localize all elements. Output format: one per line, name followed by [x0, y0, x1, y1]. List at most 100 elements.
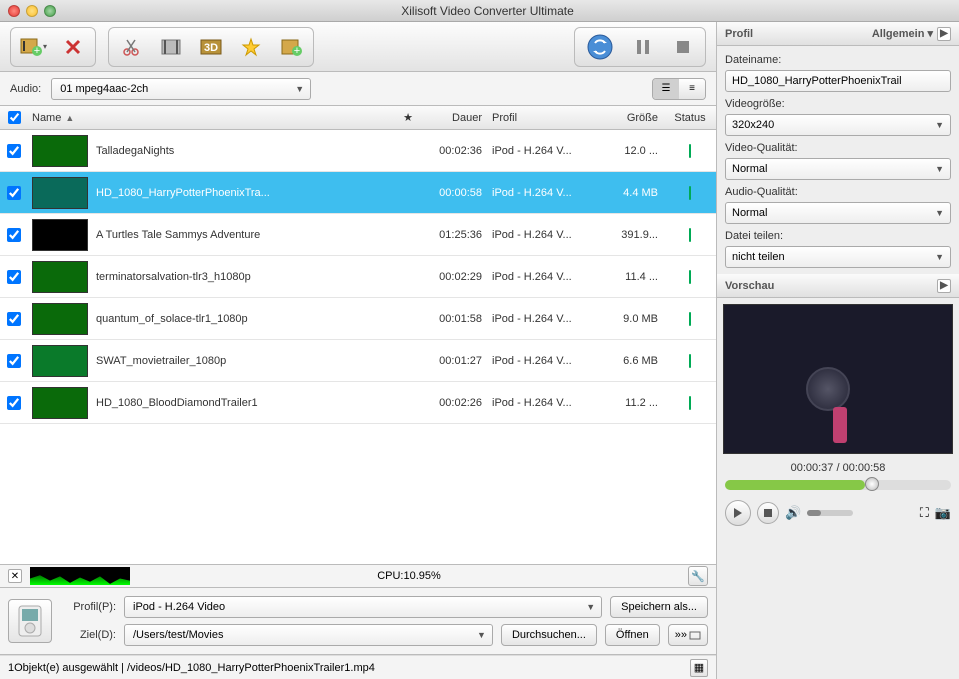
effects-button[interactable] [233, 32, 269, 62]
cpu-label: CPU:10.95% [138, 570, 680, 582]
seek-slider[interactable] [725, 480, 951, 490]
videoqual-dropdown[interactable]: Normal▼ [725, 158, 951, 180]
profil-dropdown[interactable]: iPod - H.264 Video▼ [124, 596, 602, 618]
volume-slider[interactable] [807, 510, 853, 516]
remove-file-button[interactable] [55, 32, 91, 62]
audioqual-dropdown[interactable]: Normal▼ [725, 202, 951, 224]
output-panel: Profil(P): iPod - H.264 Video▼ Speichern… [0, 588, 716, 655]
row-checkbox[interactable] [7, 396, 21, 410]
row-checkbox[interactable] [7, 270, 21, 284]
size-cell: 6.6 MB [600, 355, 664, 367]
window-minimize-button[interactable] [26, 5, 38, 17]
status-text: 1Objekt(e) ausgewählt | /videos/HD_1080_… [8, 662, 375, 674]
videoqual-label: Video-Qualität: [725, 142, 951, 154]
list-view-button[interactable]: ☰ [653, 79, 679, 99]
col-profil-header[interactable]: Profil [488, 112, 600, 124]
file-name: terminatorsalvation-tlr3_h1080p [96, 271, 251, 283]
svg-text:+: + [294, 45, 300, 57]
table-row[interactable]: HD_1080_HarryPotterPhoenixTra...00:00:58… [0, 172, 716, 214]
add-file-button[interactable]: +▾ [15, 32, 51, 62]
grid-view-button[interactable]: ≡ [679, 79, 705, 99]
audioqual-label: Audio-Qualität: [725, 186, 951, 198]
columns-icon[interactable]: ▦ [690, 659, 708, 677]
duration-cell: 00:01:58 [420, 313, 488, 325]
status-icon [689, 144, 691, 158]
fullscreen-icon[interactable]: ⛶ [920, 505, 929, 521]
view-toggle: ☰ ≡ [652, 78, 706, 100]
thumbnail [32, 303, 88, 335]
ziel-dropdown[interactable]: /Users/test/Movies▼ [124, 624, 493, 646]
add-output-button[interactable]: + [273, 32, 309, 62]
clip-button[interactable] [153, 32, 189, 62]
preview-viewport[interactable] [723, 304, 953, 454]
duration-cell: 00:02:36 [420, 145, 488, 157]
jump-button[interactable]: »» [668, 624, 708, 646]
cut-button[interactable] [113, 32, 149, 62]
pause-button[interactable] [625, 32, 661, 62]
row-checkbox[interactable] [7, 144, 21, 158]
col-status-header[interactable]: Status [664, 112, 716, 124]
expand-right-icon[interactable]: ▶ [937, 279, 951, 293]
settings-icon[interactable]: 🔧 [688, 566, 708, 586]
seek-knob[interactable] [865, 477, 879, 491]
play-button[interactable] [725, 500, 751, 526]
profil-cell: iPod - H.264 V... [488, 145, 600, 157]
profil-cell: iPod - H.264 V... [488, 229, 600, 241]
col-dauer-header[interactable]: Dauer [420, 112, 488, 124]
profil-panel-header: Profil Allgemein ▾ ▶ [717, 22, 959, 46]
cpu-close-icon[interactable]: ✕ [8, 569, 22, 583]
snapshot-icon[interactable]: 📷 [935, 505, 951, 521]
device-icon[interactable] [8, 599, 52, 643]
status-icon [689, 186, 691, 200]
table-row[interactable]: TalladegaNights00:02:36iPod - H.264 V...… [0, 130, 716, 172]
col-star-header[interactable]: ★ [396, 111, 420, 124]
col-name-header[interactable]: Name▲ [28, 112, 396, 124]
file-name: quantum_of_solace-tlr1_1080p [96, 313, 248, 325]
col-groesse-header[interactable]: Größe [600, 112, 664, 124]
chevron-down-icon: ▼ [935, 120, 944, 130]
row-checkbox[interactable] [7, 186, 21, 200]
table-row[interactable]: quantum_of_solace-tlr1_1080p00:01:58iPod… [0, 298, 716, 340]
window-maximize-button[interactable] [44, 5, 56, 17]
table-row[interactable]: HD_1080_BloodDiamondTrailer100:02:26iPod… [0, 382, 716, 424]
dateiname-field[interactable]: HD_1080_HarryPotterPhoenixTrail [725, 70, 951, 92]
status-icon [689, 270, 691, 284]
open-button[interactable]: Öffnen [605, 624, 660, 646]
row-checkbox[interactable] [7, 354, 21, 368]
save-as-button[interactable]: Speichern als... [610, 596, 708, 618]
expand-right-icon[interactable]: ▶ [937, 27, 951, 41]
file-name: SWAT_movietrailer_1080p [96, 355, 226, 367]
duration-cell: 00:02:29 [420, 271, 488, 283]
ziel-label: Ziel(D): [62, 629, 116, 641]
row-checkbox[interactable] [7, 228, 21, 242]
stop-preview-button[interactable] [757, 502, 779, 524]
size-cell: 11.2 ... [600, 397, 664, 409]
cpu-graph [30, 567, 130, 585]
thumbnail [32, 135, 88, 167]
thumbnail [32, 261, 88, 293]
profil-cell: iPod - H.264 V... [488, 187, 600, 199]
browse-button[interactable]: Durchsuchen... [501, 624, 597, 646]
select-all-checkbox[interactable] [8, 111, 21, 124]
table-row[interactable]: SWAT_movietrailer_1080p00:01:27iPod - H.… [0, 340, 716, 382]
row-checkbox[interactable] [7, 312, 21, 326]
allgemein-dropdown[interactable]: Allgemein ▾ [872, 27, 933, 40]
status-icon [689, 354, 691, 368]
profil-label: Profil(P): [62, 601, 116, 613]
volume-icon[interactable]: 🔊 [785, 505, 801, 521]
preview-scene [833, 407, 847, 443]
titlebar: Xilisoft Video Converter Ultimate [0, 0, 959, 22]
svg-text:3D: 3D [204, 42, 218, 54]
status-icon [689, 396, 691, 410]
stop-button[interactable] [665, 32, 701, 62]
table-row[interactable]: terminatorsalvation-tlr3_h1080p00:02:29i… [0, 256, 716, 298]
3d-button[interactable]: 3D [193, 32, 229, 62]
duration-cell: 01:25:36 [420, 229, 488, 241]
videogroesse-dropdown[interactable]: 320x240▼ [725, 114, 951, 136]
table-row[interactable]: A Turtles Tale Sammys Adventure01:25:36i… [0, 214, 716, 256]
audio-dropdown[interactable]: 01 mpeg4aac-2ch▼ [51, 78, 311, 100]
window-close-button[interactable] [8, 5, 20, 17]
chevron-down-icon: ▼ [935, 164, 944, 174]
dateiteilen-dropdown[interactable]: nicht teilen▼ [725, 246, 951, 268]
convert-button[interactable] [579, 32, 621, 62]
